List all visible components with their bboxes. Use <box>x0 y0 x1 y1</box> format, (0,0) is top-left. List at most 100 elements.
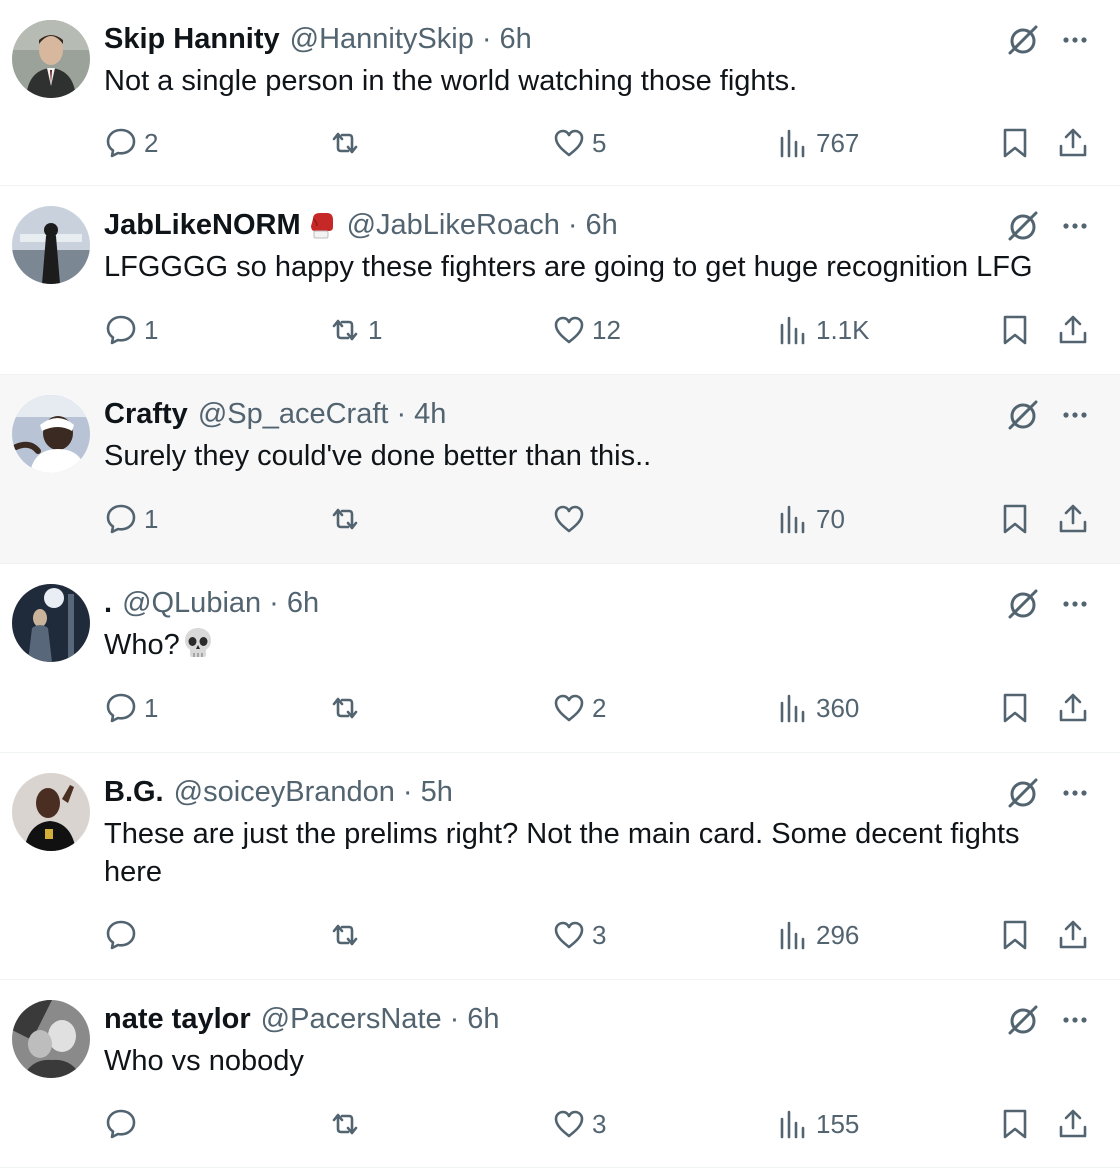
reply-item[interactable]: Skip Hannity @HannitySkip · 6h Not a sin… <box>0 0 1120 186</box>
avatar[interactable] <box>12 1000 90 1078</box>
action-bar: 1 70 <box>0 499 1120 539</box>
reply-item[interactable]: JabLikeNORM @JabLikeRoach · 6h LFGGGG so… <box>0 186 1120 375</box>
author-name[interactable]: B.G. <box>104 776 164 809</box>
heart-icon <box>554 505 584 533</box>
bar-chart-icon <box>780 316 805 345</box>
bookmark-button[interactable] <box>998 1104 1032 1144</box>
avatar[interactable] <box>12 206 90 284</box>
repost-button[interactable] <box>328 123 368 163</box>
share-button[interactable] <box>1056 310 1090 350</box>
grok-icon[interactable] <box>1005 397 1041 433</box>
more-icon[interactable] <box>1057 22 1093 58</box>
action-bar: 3 296 <box>0 915 1120 955</box>
author-handle[interactable]: @QLubian <box>122 587 261 620</box>
bar-chart-icon <box>780 129 805 158</box>
repost-button[interactable] <box>328 1104 368 1144</box>
reply-button[interactable]: 1 <box>104 310 158 350</box>
bookmark-button[interactable] <box>998 915 1032 955</box>
bar-chart-icon <box>780 694 805 723</box>
repost-button[interactable] <box>328 688 368 728</box>
reply-button[interactable] <box>104 1104 144 1144</box>
author-name[interactable]: Crafty <box>104 398 188 431</box>
views-button[interactable]: 296 <box>776 915 859 955</box>
author-handle[interactable]: @PacersNate <box>261 1003 442 1036</box>
more-icon[interactable] <box>1057 775 1093 811</box>
repost-button[interactable] <box>328 499 368 539</box>
views-button[interactable]: 1.1K <box>776 310 870 350</box>
author-name[interactable]: . <box>104 587 112 620</box>
bar-chart-icon <box>780 505 805 534</box>
views-button[interactable]: 360 <box>776 688 859 728</box>
share-button[interactable] <box>1056 1104 1090 1144</box>
share-upload-icon <box>1059 315 1087 344</box>
views-button[interactable]: 70 <box>776 499 845 539</box>
like-button[interactable]: 12 <box>552 310 621 350</box>
repost-arrows-icon <box>332 924 358 946</box>
repost-button[interactable]: 1 <box>328 310 382 350</box>
timestamp[interactable]: 6h <box>287 587 319 620</box>
avatar[interactable] <box>12 584 90 662</box>
reply-button[interactable]: 1 <box>104 688 158 728</box>
like-button[interactable]: 3 <box>552 915 606 955</box>
share-button[interactable] <box>1056 915 1090 955</box>
like-button[interactable]: 3 <box>552 1104 606 1144</box>
author-name[interactable]: Skip Hannity <box>104 23 280 56</box>
action-bar: 1 1 12 1.1K <box>0 310 1120 350</box>
more-icon[interactable] <box>1057 397 1093 433</box>
reply-item[interactable]: B.G. @soiceyBrandon · 5h These are just … <box>0 753 1120 980</box>
timestamp[interactable]: 6h <box>467 1003 499 1036</box>
reply-button[interactable]: 1 <box>104 499 158 539</box>
reply-header: Crafty @Sp_aceCraft · 4h <box>104 397 446 431</box>
author-handle[interactable]: @JabLikeRoach <box>347 209 560 242</box>
avatar[interactable] <box>12 20 90 98</box>
author-handle[interactable]: @HannitySkip <box>290 23 474 56</box>
grok-icon[interactable] <box>1005 775 1041 811</box>
reply-button[interactable]: 2 <box>104 123 158 163</box>
reply-text: Who vs nobody <box>104 1045 304 1077</box>
like-button[interactable]: 5 <box>552 123 606 163</box>
share-button[interactable] <box>1056 688 1090 728</box>
author-handle[interactable]: @Sp_aceCraft <box>198 398 389 431</box>
like-count: 2 <box>592 692 607 723</box>
grok-icon[interactable] <box>1005 586 1041 622</box>
view-count: 1.1K <box>816 314 870 345</box>
like-button[interactable] <box>552 499 592 539</box>
timestamp[interactable]: 5h <box>421 776 453 809</box>
grok-icon[interactable] <box>1005 1002 1041 1038</box>
reply-text: Who? <box>104 629 180 661</box>
bookmark-button[interactable] <box>998 688 1032 728</box>
more-icon[interactable] <box>1057 1002 1093 1038</box>
timestamp[interactable]: 6h <box>500 23 532 56</box>
share-button[interactable] <box>1056 499 1090 539</box>
avatar[interactable] <box>12 395 90 473</box>
author-name[interactable]: nate taylor <box>104 1003 251 1036</box>
grok-icon[interactable] <box>1005 208 1041 244</box>
bookmark-button[interactable] <box>998 310 1032 350</box>
speech-bubble-icon <box>106 920 136 950</box>
repost-arrows-icon <box>332 319 358 341</box>
speech-bubble-icon <box>106 128 136 158</box>
share-button[interactable] <box>1056 123 1090 163</box>
reply-button[interactable] <box>104 915 144 955</box>
timestamp[interactable]: 4h <box>414 398 446 431</box>
avatar[interactable] <box>12 773 90 851</box>
views-button[interactable]: 767 <box>776 123 859 163</box>
repost-button[interactable] <box>328 915 368 955</box>
action-bar: 2 5 767 <box>0 123 1120 163</box>
reply-count: 1 <box>144 692 159 723</box>
reply-item[interactable]: . @QLubian · 6h Who? 1 2 360 <box>0 564 1120 753</box>
author-handle[interactable]: @soiceyBrandon <box>174 776 395 809</box>
timestamp[interactable]: 6h <box>586 209 618 242</box>
reply-text-container: Who? <box>104 626 1064 664</box>
views-button[interactable]: 155 <box>776 1104 859 1144</box>
grok-icon[interactable] <box>1005 22 1041 58</box>
bookmark-button[interactable] <box>998 499 1032 539</box>
reply-item[interactable]: nate taylor @PacersNate · 6h Who vs nobo… <box>0 980 1120 1168</box>
bookmark-button[interactable] <box>998 123 1032 163</box>
more-icon[interactable] <box>1057 208 1093 244</box>
like-button[interactable]: 2 <box>552 688 606 728</box>
reply-item[interactable]: Crafty @Sp_aceCraft · 4h Surely they cou… <box>0 375 1120 564</box>
author-name[interactable]: JabLikeNORM <box>104 209 301 242</box>
reply-header: B.G. @soiceyBrandon · 5h <box>104 775 453 809</box>
more-icon[interactable] <box>1057 586 1093 622</box>
